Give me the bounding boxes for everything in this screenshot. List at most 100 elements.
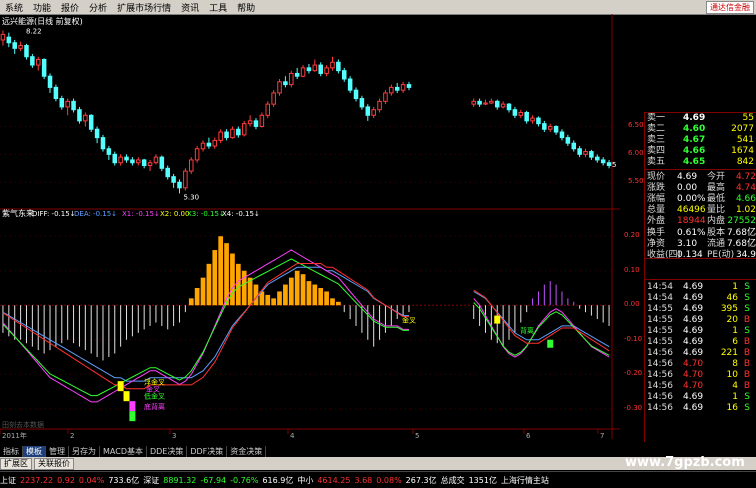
candle[interactable] — [577, 145, 582, 158]
candle[interactable] — [241, 120, 247, 137]
candle[interactable] — [130, 157, 135, 166]
candle[interactable] — [300, 65, 306, 78]
ask-row[interactable]: 卖五 4.65 842 — [645, 157, 756, 168]
indicator-tab-5[interactable]: DDE决策 — [147, 446, 188, 457]
candle[interactable] — [200, 140, 206, 152]
extension-tab-1[interactable]: 关联报价 — [34, 457, 74, 470]
candle[interactable] — [59, 95, 65, 110]
candle[interactable] — [506, 103, 512, 113]
candle[interactable] — [389, 84, 394, 96]
candle[interactable] — [289, 70, 294, 88]
candle[interactable] — [188, 157, 194, 174]
candle[interactable] — [277, 79, 282, 96]
candle[interactable] — [306, 63, 312, 74]
candle[interactable] — [406, 81, 412, 91]
candle[interactable] — [106, 145, 112, 160]
candle[interactable] — [183, 168, 188, 191]
candle[interactable] — [88, 114, 94, 133]
candle[interactable] — [336, 59, 341, 74]
candle[interactable] — [194, 145, 200, 163]
candle[interactable] — [471, 98, 476, 107]
candle[interactable] — [565, 134, 571, 146]
extension-tab-0[interactable]: 扩展区 — [0, 457, 32, 470]
menu-item-0[interactable]: 系统 — [0, 1, 28, 14]
candle[interactable] — [112, 151, 118, 166]
menu-item-7[interactable]: 帮助 — [232, 1, 260, 14]
station-label[interactable]: 上海行情主站 — [501, 475, 549, 486]
candle[interactable] — [542, 120, 547, 133]
candle[interactable] — [483, 99, 488, 106]
candle[interactable] — [177, 179, 182, 194]
candle[interactable] — [571, 140, 577, 152]
candle[interactable] — [147, 159, 153, 172]
candle[interactable] — [383, 90, 388, 105]
candle[interactable] — [141, 158, 147, 169]
indicator-tab-0[interactable]: 指标 — [0, 446, 23, 457]
candle[interactable] — [553, 125, 559, 135]
candle[interactable] — [330, 56, 335, 71]
indicator-tab-2[interactable]: 管理 — [46, 446, 69, 457]
indicator-tab-4[interactable]: MACD基本 — [100, 446, 147, 457]
candle[interactable] — [359, 95, 365, 110]
candle[interactable] — [94, 126, 100, 144]
candle[interactable] — [0, 30, 6, 46]
candle[interactable] — [230, 126, 235, 139]
candle[interactable] — [512, 106, 518, 119]
candle[interactable] — [394, 82, 400, 93]
candle[interactable] — [124, 154, 129, 163]
ask-row[interactable]: 卖四 4.66 1674 — [645, 146, 756, 157]
candle[interactable] — [477, 98, 482, 107]
candle[interactable] — [165, 165, 170, 180]
candle[interactable] — [524, 110, 529, 124]
chart-area[interactable]: 远兴能源(日线 前复权)8.22 5.30 紫气东来DIFF: -0.15↓DEA:… — [0, 14, 620, 439]
ask-row[interactable]: 卖二 4.60 2077 — [645, 124, 756, 135]
candle[interactable] — [589, 149, 594, 160]
candle[interactable] — [77, 106, 82, 124]
candle[interactable] — [53, 84, 59, 102]
candle[interactable] — [518, 109, 524, 119]
candle[interactable] — [41, 58, 47, 80]
candle[interactable] — [159, 155, 165, 172]
candle[interactable] — [153, 154, 159, 165]
candle[interactable] — [83, 112, 88, 127]
candle[interactable] — [271, 90, 276, 107]
candle[interactable] — [283, 76, 288, 88]
candle[interactable] — [171, 173, 176, 188]
candle[interactable] — [547, 123, 553, 133]
candle[interactable] — [30, 53, 35, 68]
candle[interactable] — [294, 67, 300, 80]
indicator-tab-6[interactable]: DDF决策 — [187, 446, 228, 457]
candle[interactable] — [218, 129, 223, 144]
indicator-tab-7[interactable]: 资金决策 — [227, 446, 267, 457]
menu-item-4[interactable]: 扩展市场行情 — [112, 1, 176, 14]
candle[interactable] — [136, 157, 141, 166]
candle[interactable] — [212, 137, 218, 149]
candle[interactable] — [500, 101, 506, 109]
candle[interactable] — [365, 104, 371, 121]
candle[interactable] — [530, 115, 535, 124]
menu-item-3[interactable]: 分析 — [84, 1, 112, 14]
candle[interactable] — [47, 73, 53, 93]
candle[interactable] — [247, 115, 253, 127]
candle[interactable] — [606, 159, 612, 169]
candle[interactable] — [35, 56, 41, 71]
candle[interactable] — [65, 98, 70, 116]
candle[interactable] — [265, 101, 271, 119]
candle[interactable] — [312, 59, 318, 72]
candle[interactable] — [100, 134, 106, 152]
ask-row[interactable]: 卖一 4.69 55 — [645, 113, 756, 124]
menu-item-5[interactable]: 资讯 — [176, 1, 204, 14]
candle[interactable] — [24, 43, 29, 60]
candle[interactable] — [224, 129, 229, 141]
candle[interactable] — [71, 98, 76, 113]
candle[interactable] — [489, 98, 494, 105]
indicator-tab-3[interactable]: 另存为 — [69, 446, 100, 457]
candle[interactable] — [595, 154, 600, 163]
candle[interactable] — [494, 99, 500, 110]
candle[interactable] — [400, 81, 406, 93]
candle[interactable] — [341, 67, 347, 82]
menu-item-1[interactable]: 功能 — [28, 1, 56, 14]
candle[interactable] — [236, 126, 241, 138]
candle[interactable] — [536, 116, 541, 127]
candle[interactable] — [253, 118, 259, 130]
